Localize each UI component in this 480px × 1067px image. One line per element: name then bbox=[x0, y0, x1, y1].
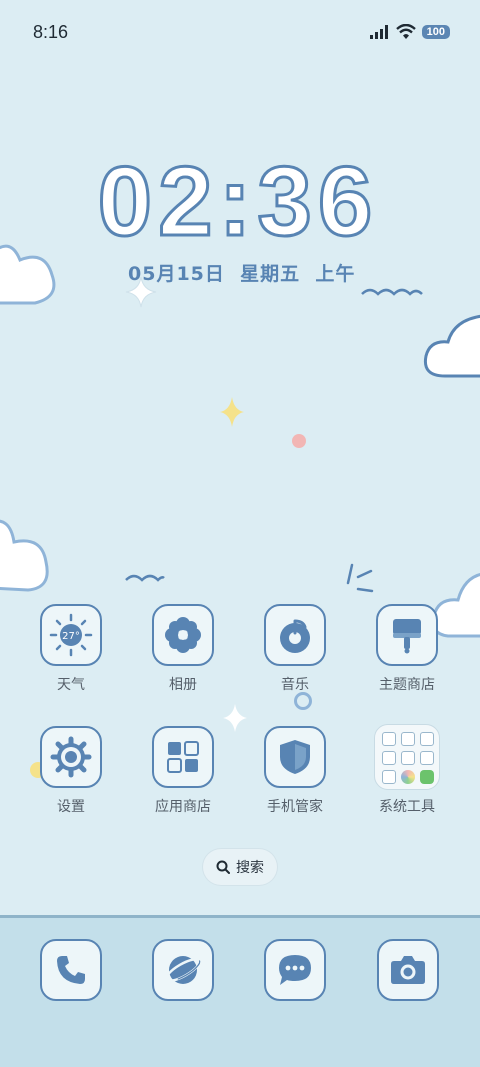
paint-brush-icon bbox=[393, 619, 421, 654]
cloud-decoration-right bbox=[423, 314, 480, 378]
dock bbox=[0, 915, 480, 1067]
battery-indicator: 100 bbox=[421, 24, 450, 39]
wifi-icon bbox=[395, 24, 416, 39]
flower-icon bbox=[165, 617, 201, 653]
gear-icon bbox=[50, 736, 92, 778]
cloud-decoration-left-top bbox=[0, 244, 56, 305]
lockscreen-clock: 02:36 bbox=[96, 150, 379, 250]
birds-decoration-2 bbox=[125, 574, 165, 582]
browser-planet-icon bbox=[165, 956, 201, 984]
weather-icon: 27° bbox=[49, 613, 93, 657]
status-bar: 8:16 100 bbox=[0, 0, 480, 68]
ring-decoration bbox=[294, 692, 312, 710]
status-time: 8:16 bbox=[33, 22, 69, 42]
dock-phone[interactable] bbox=[40, 939, 102, 1001]
search-button[interactable]: 搜索 bbox=[203, 849, 277, 885]
spark-lines-decoration bbox=[346, 563, 374, 593]
status-icons: 100 bbox=[369, 24, 450, 39]
shield-icon bbox=[280, 740, 310, 774]
weather-temp: 27° bbox=[62, 631, 80, 642]
cloud-decoration-left-mid bbox=[0, 519, 49, 592]
app-phone-manager[interactable]: 手机管家 bbox=[240, 726, 350, 816]
app-label: 音乐 bbox=[281, 677, 309, 693]
app-music[interactable]: 音乐 bbox=[240, 604, 350, 694]
app-weather[interactable]: 27° 天气 bbox=[16, 604, 126, 694]
app-label: 设置 bbox=[57, 799, 85, 815]
clock-time: 02:36 bbox=[98, 150, 379, 250]
app-label: 手机管家 bbox=[267, 799, 323, 815]
folder-icon bbox=[374, 724, 440, 790]
search-icon bbox=[216, 860, 230, 874]
music-icon bbox=[280, 619, 310, 653]
app-settings[interactable]: 设置 bbox=[16, 726, 126, 816]
app-label: 相册 bbox=[169, 677, 197, 693]
camera-icon bbox=[391, 956, 425, 984]
message-icon bbox=[279, 955, 311, 985]
search-label: 搜索 bbox=[236, 860, 264, 876]
clock-date: 05月15日 星期五 上午 bbox=[128, 263, 356, 285]
app-app-store[interactable]: 应用商店 bbox=[128, 726, 238, 816]
app-theme-store[interactable]: 主题商店 bbox=[352, 604, 462, 694]
signal-icon bbox=[369, 24, 388, 39]
app-folder-system-tools[interactable]: 系统工具 bbox=[352, 724, 462, 816]
app-label: 系统工具 bbox=[379, 799, 435, 815]
app-gallery[interactable]: 相册 bbox=[128, 604, 238, 694]
app-label: 应用商店 bbox=[155, 799, 211, 815]
app-label: 天气 bbox=[57, 677, 85, 693]
phone-icon bbox=[57, 956, 85, 984]
app-grid-icon bbox=[167, 741, 199, 773]
birds-decoration bbox=[361, 288, 423, 296]
dot-decoration-pink bbox=[292, 434, 306, 448]
dock-browser[interactable] bbox=[152, 939, 214, 1001]
app-label: 主题商店 bbox=[379, 677, 435, 693]
dock-messages[interactable] bbox=[264, 939, 326, 1001]
dock-camera[interactable] bbox=[377, 939, 439, 1001]
sparkle-decoration-yellow bbox=[220, 397, 244, 427]
